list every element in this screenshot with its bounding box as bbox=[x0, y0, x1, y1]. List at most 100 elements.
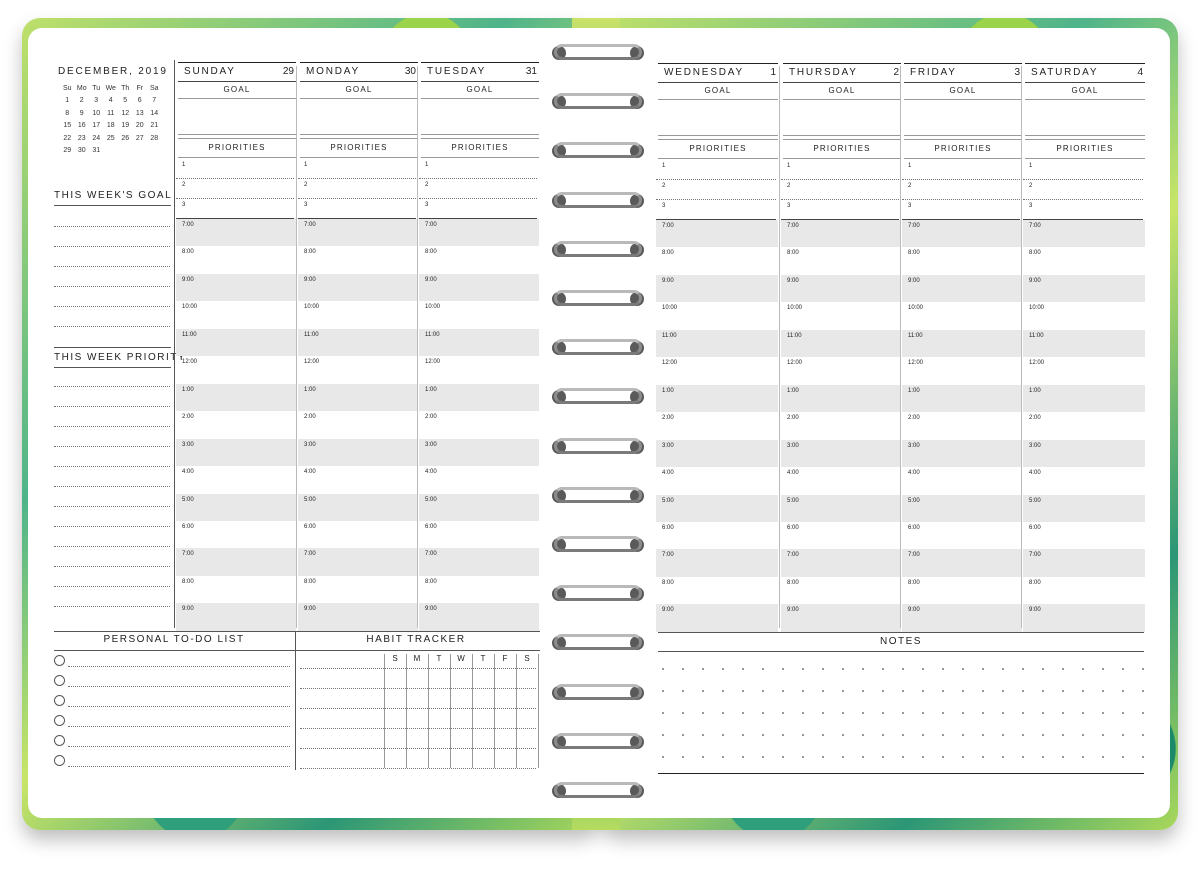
hour-slot[interactable]: 3:00 bbox=[902, 439, 1022, 467]
hour-slot[interactable]: 11:00 bbox=[656, 329, 778, 358]
calendar-day[interactable]: 26 bbox=[118, 132, 133, 145]
calendar-day[interactable]: 9 bbox=[75, 107, 90, 120]
calendar-day[interactable]: 20 bbox=[133, 120, 148, 133]
hour-slot[interactable]: 8:00 bbox=[1023, 247, 1145, 274]
priority-row[interactable]: 2 bbox=[781, 180, 899, 200]
hour-slot[interactable]: 6:00 bbox=[176, 521, 296, 548]
todo-checkbox[interactable] bbox=[54, 675, 65, 686]
calendar-day[interactable]: 1 bbox=[60, 95, 75, 108]
hour-slot[interactable]: 11:00 bbox=[419, 328, 539, 357]
hour-slot[interactable]: 1:00 bbox=[1023, 384, 1145, 413]
priority-row[interactable]: 1 bbox=[298, 159, 416, 179]
hour-slot[interactable]: 7:00 bbox=[1023, 549, 1145, 577]
hour-slot[interactable]: 8:00 bbox=[1023, 577, 1145, 604]
hour-slot[interactable]: 5:00 bbox=[176, 493, 296, 521]
goal-field[interactable] bbox=[904, 101, 1022, 136]
todo-line[interactable] bbox=[68, 746, 290, 747]
sidebar-writing-line[interactable] bbox=[54, 466, 170, 467]
hour-slot[interactable]: 4:00 bbox=[781, 467, 901, 494]
goal-field[interactable] bbox=[1025, 101, 1145, 136]
hour-slot[interactable]: 1:00 bbox=[176, 383, 296, 412]
priority-row[interactable]: 1 bbox=[902, 160, 1020, 180]
priority-row[interactable]: 2 bbox=[298, 179, 416, 199]
hour-slot[interactable]: 9:00 bbox=[419, 603, 539, 631]
hour-slot[interactable]: 3:00 bbox=[1023, 439, 1145, 467]
goal-field[interactable] bbox=[300, 100, 418, 135]
priority-row[interactable]: 3 bbox=[419, 199, 537, 219]
sidebar-writing-line[interactable] bbox=[54, 246, 170, 247]
hour-slot[interactable]: 5:00 bbox=[419, 493, 539, 521]
calendar-day[interactable]: 3 bbox=[89, 95, 104, 108]
calendar-day[interactable]: 21 bbox=[147, 120, 162, 133]
hour-slot[interactable]: 7:00 bbox=[902, 549, 1022, 577]
sidebar-writing-line[interactable] bbox=[54, 446, 170, 447]
priority-row[interactable]: 2 bbox=[902, 180, 1020, 200]
hour-slot[interactable]: 7:00 bbox=[1023, 220, 1145, 248]
priority-row[interactable]: 2 bbox=[656, 180, 776, 200]
todo-checkbox[interactable] bbox=[54, 655, 65, 666]
hour-slot[interactable]: 12:00 bbox=[781, 357, 901, 384]
hour-slot[interactable]: 9:00 bbox=[419, 273, 539, 302]
hour-slot[interactable]: 2:00 bbox=[176, 411, 296, 438]
hour-slot[interactable]: 8:00 bbox=[419, 576, 539, 603]
todo-line[interactable] bbox=[68, 766, 290, 767]
hour-slot[interactable]: 2:00 bbox=[419, 411, 539, 438]
habit-row[interactable] bbox=[300, 728, 536, 729]
priority-row[interactable]: 2 bbox=[1023, 180, 1143, 200]
hour-slot[interactable]: 5:00 bbox=[902, 494, 1022, 522]
hour-slot[interactable]: 9:00 bbox=[1023, 604, 1145, 632]
hour-slot[interactable]: 6:00 bbox=[656, 522, 778, 549]
hour-slot[interactable]: 12:00 bbox=[902, 357, 1022, 384]
priority-row[interactable]: 3 bbox=[902, 200, 1020, 220]
calendar-day[interactable]: 25 bbox=[104, 132, 119, 145]
hour-slot[interactable]: 8:00 bbox=[902, 247, 1022, 274]
hour-slot[interactable]: 8:00 bbox=[419, 246, 539, 273]
hour-slot[interactable]: 8:00 bbox=[298, 246, 418, 273]
sidebar-writing-line[interactable] bbox=[54, 526, 170, 527]
hour-slot[interactable]: 7:00 bbox=[298, 219, 418, 247]
hour-slot[interactable]: 9:00 bbox=[176, 273, 296, 302]
priority-row[interactable]: 2 bbox=[176, 179, 294, 199]
hour-slot[interactable]: 9:00 bbox=[1023, 274, 1145, 303]
hour-slot[interactable]: 7:00 bbox=[419, 548, 539, 576]
hour-slot[interactable]: 1:00 bbox=[419, 383, 539, 412]
calendar-day[interactable]: 13 bbox=[133, 107, 148, 120]
goal-field[interactable] bbox=[421, 100, 539, 135]
hour-slot[interactable]: 1:00 bbox=[656, 384, 778, 413]
hour-slot[interactable]: 10:00 bbox=[298, 301, 418, 328]
calendar-day[interactable]: 29 bbox=[60, 145, 75, 158]
hour-slot[interactable]: 9:00 bbox=[656, 274, 778, 303]
priority-row[interactable]: 3 bbox=[298, 199, 416, 219]
hour-slot[interactable]: 4:00 bbox=[1023, 467, 1145, 494]
hour-slot[interactable]: 11:00 bbox=[176, 328, 296, 357]
calendar-day[interactable]: 17 bbox=[89, 120, 104, 133]
hour-slot[interactable]: 12:00 bbox=[176, 356, 296, 383]
priority-row[interactable]: 2 bbox=[419, 179, 537, 199]
hour-slot[interactable]: 3:00 bbox=[656, 439, 778, 467]
hour-slot[interactable]: 5:00 bbox=[656, 494, 778, 522]
hour-slot[interactable]: 7:00 bbox=[176, 219, 296, 247]
hour-slot[interactable]: 3:00 bbox=[781, 439, 901, 467]
habit-row[interactable] bbox=[300, 668, 536, 669]
hour-slot[interactable]: 9:00 bbox=[781, 274, 901, 303]
habit-row[interactable] bbox=[300, 688, 536, 689]
todo-line[interactable] bbox=[68, 726, 290, 727]
hour-slot[interactable]: 7:00 bbox=[902, 220, 1022, 248]
habit-row[interactable] bbox=[300, 748, 536, 749]
hour-slot[interactable]: 7:00 bbox=[419, 219, 539, 247]
hour-slot[interactable]: 10:00 bbox=[176, 301, 296, 328]
hour-slot[interactable]: 6:00 bbox=[419, 521, 539, 548]
todo-checkbox[interactable] bbox=[54, 715, 65, 726]
hour-slot[interactable]: 5:00 bbox=[298, 493, 418, 521]
hour-slot[interactable]: 1:00 bbox=[781, 384, 901, 413]
hour-slot[interactable]: 2:00 bbox=[1023, 412, 1145, 439]
sidebar-writing-line[interactable] bbox=[54, 266, 170, 267]
sidebar-writing-line[interactable] bbox=[54, 546, 170, 547]
hour-slot[interactable]: 3:00 bbox=[419, 438, 539, 466]
hour-slot[interactable]: 4:00 bbox=[419, 466, 539, 493]
calendar-day[interactable]: 7 bbox=[147, 95, 162, 108]
hour-slot[interactable]: 8:00 bbox=[656, 577, 778, 604]
hour-slot[interactable]: 4:00 bbox=[176, 466, 296, 493]
calendar-day[interactable]: 2 bbox=[75, 95, 90, 108]
hour-slot[interactable]: 2:00 bbox=[902, 412, 1022, 439]
